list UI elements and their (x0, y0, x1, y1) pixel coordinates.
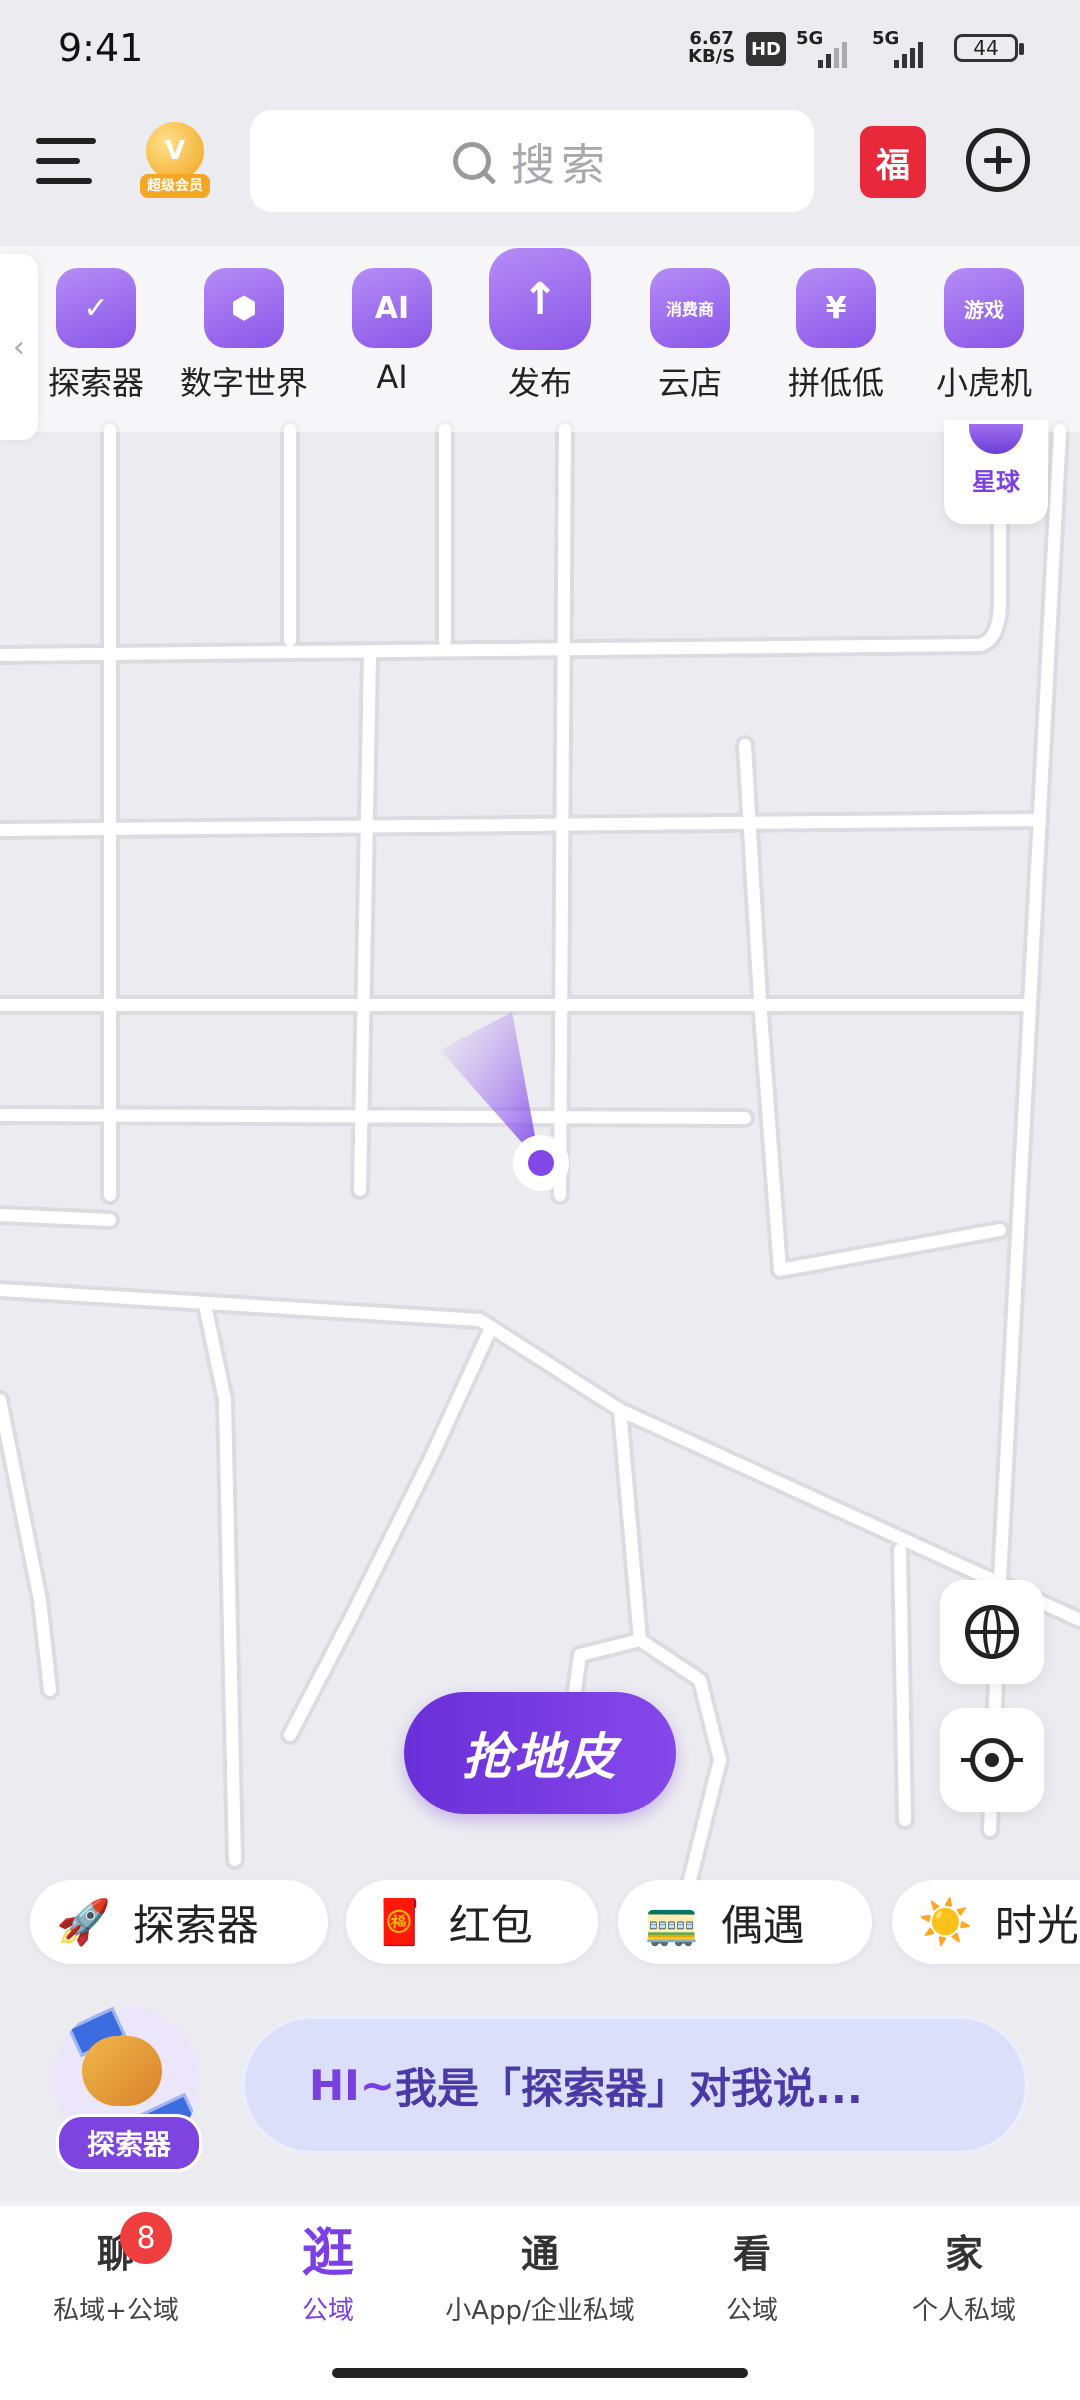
assistant-greeting-hi: HI~ (309, 2060, 395, 2110)
tornado-icon: ¥ (796, 268, 876, 348)
network-speed: 6.67 KB/S (688, 30, 735, 66)
feature-ai[interactable]: AI AI (322, 268, 462, 396)
nav-chat-label: 私域+公域 (53, 2296, 179, 2326)
nav-home[interactable]: 家 个人私域 (856, 2226, 1072, 2327)
nav-chat[interactable]: 聊 私域+公域 (8, 2226, 224, 2327)
network-speed-unit: KB/S (688, 46, 736, 67)
chip-red-packet[interactable]: 🧧 红包 (346, 1880, 598, 1964)
chip-explorer[interactable]: 🚀 探索器 (30, 1880, 328, 1964)
planet-button[interactable]: 星球 (944, 420, 1048, 524)
feature-digital-world[interactable]: ⬢ 数字世界 (174, 268, 314, 404)
feature-label: 拼低低 (787, 364, 884, 402)
nav-watch[interactable]: 看 公域 (644, 2226, 860, 2327)
feature-publish[interactable]: ↑ 发布 (470, 248, 610, 404)
status-time: 9:41 (58, 26, 144, 70)
hd-voice-icon: HD (746, 32, 786, 66)
nav-browse[interactable]: 逛 公域 (220, 2226, 436, 2327)
sun-icon: ☀️ (918, 1897, 973, 1948)
chip-label: 探索器 (132, 1900, 259, 1950)
signal-bars-1-icon (818, 38, 847, 68)
feature-pindidi[interactable]: ¥ 拼低低 (766, 268, 906, 404)
vip-badge[interactable]: V 超级会员 (140, 122, 210, 200)
feature-explorer[interactable]: ✓ 探索器 (26, 268, 166, 404)
add-icon[interactable] (966, 128, 1030, 192)
cube-icon: ⬢ (204, 268, 284, 348)
assistant-greeting: 我是「探索器」对我说... (394, 2063, 863, 2113)
signal-bars-2-icon (894, 38, 923, 68)
chip-label: 偶遇 (720, 1900, 805, 1950)
nav-home-glyph: 家 (944, 2232, 983, 2276)
vip-icon: V (146, 122, 204, 180)
feature-slot-machine[interactable]: 游戏 小虎机 (914, 268, 1054, 404)
consumer-icon: 消费商 (650, 268, 730, 348)
chip-time[interactable]: ☀️ 时光 (892, 1880, 1080, 1964)
chevron-left-icon: ‹ (13, 329, 25, 365)
check-swoosh-icon: ✓ (56, 268, 136, 348)
planet-label: 星球 (972, 468, 1020, 496)
menu-icon[interactable] (36, 138, 96, 186)
feature-label: 云店 (657, 364, 722, 402)
search-placeholder: 搜索 (511, 140, 611, 191)
feature-label: 数字世界 (179, 364, 308, 402)
vip-label: 超级会员 (140, 174, 210, 198)
nav-connect[interactable]: 通 小App/企业私域 (432, 2226, 648, 2327)
feature-label: AI (376, 358, 408, 396)
nav-browse-glyph: 逛 (301, 2224, 354, 2284)
ai-person-icon: AI (352, 268, 432, 348)
search-bar[interactable]: 搜索 (250, 110, 814, 212)
nav-connect-glyph: 通 (520, 2232, 559, 2276)
nav-connect-label: 小App/企业私域 (445, 2296, 635, 2326)
planet-icon (969, 424, 1023, 454)
locate-button[interactable] (940, 1708, 1044, 1812)
tram-icon: 🚃 (644, 1897, 699, 1948)
globe-button[interactable] (940, 1580, 1044, 1684)
chip-label: 红包 (448, 1900, 533, 1950)
battery-icon: 44 (954, 34, 1024, 62)
slot-machine-icon: 游戏 (944, 268, 1024, 348)
red-packet-button[interactable]: 福 (860, 126, 926, 198)
feature-label: 发布 (507, 364, 572, 402)
nav-watch-glyph: 看 (732, 2232, 771, 2276)
nav-chat-glyph: 聊 (96, 2232, 135, 2276)
arrow-up-icon: ↑ (489, 248, 591, 350)
nav-watch-label: 公域 (725, 2296, 778, 2326)
chip-label: 时光 (994, 1900, 1079, 1950)
chip-encounter[interactable]: 🚃 偶遇 (618, 1880, 872, 1964)
feature-label: 探索器 (47, 364, 144, 402)
globe-icon (965, 1605, 1019, 1659)
nav-home-label: 个人私域 (911, 2296, 1016, 2326)
assistant-tag: 探索器 (56, 2114, 202, 2172)
locate-icon (961, 1738, 1023, 1782)
grab-land-button[interactable]: 抢地皮 (404, 1692, 676, 1814)
satellite-icon (82, 2036, 162, 2106)
search-icon (453, 142, 491, 180)
rocket-icon: 🚀 (56, 1897, 111, 1948)
unread-badge: 8 (120, 2212, 172, 2264)
nav-browse-label: 公域 (301, 2296, 354, 2326)
feature-cloud-store[interactable]: 消费商 云店 (620, 268, 760, 404)
user-location-dot (528, 1150, 554, 1176)
assistant-input[interactable]: HI~ 我是「探索器」对我说... (242, 2016, 1028, 2154)
home-indicator[interactable] (332, 2368, 748, 2378)
feature-label: 小虎机 (935, 364, 1032, 402)
red-packet-icon: 🧧 (372, 1897, 427, 1948)
